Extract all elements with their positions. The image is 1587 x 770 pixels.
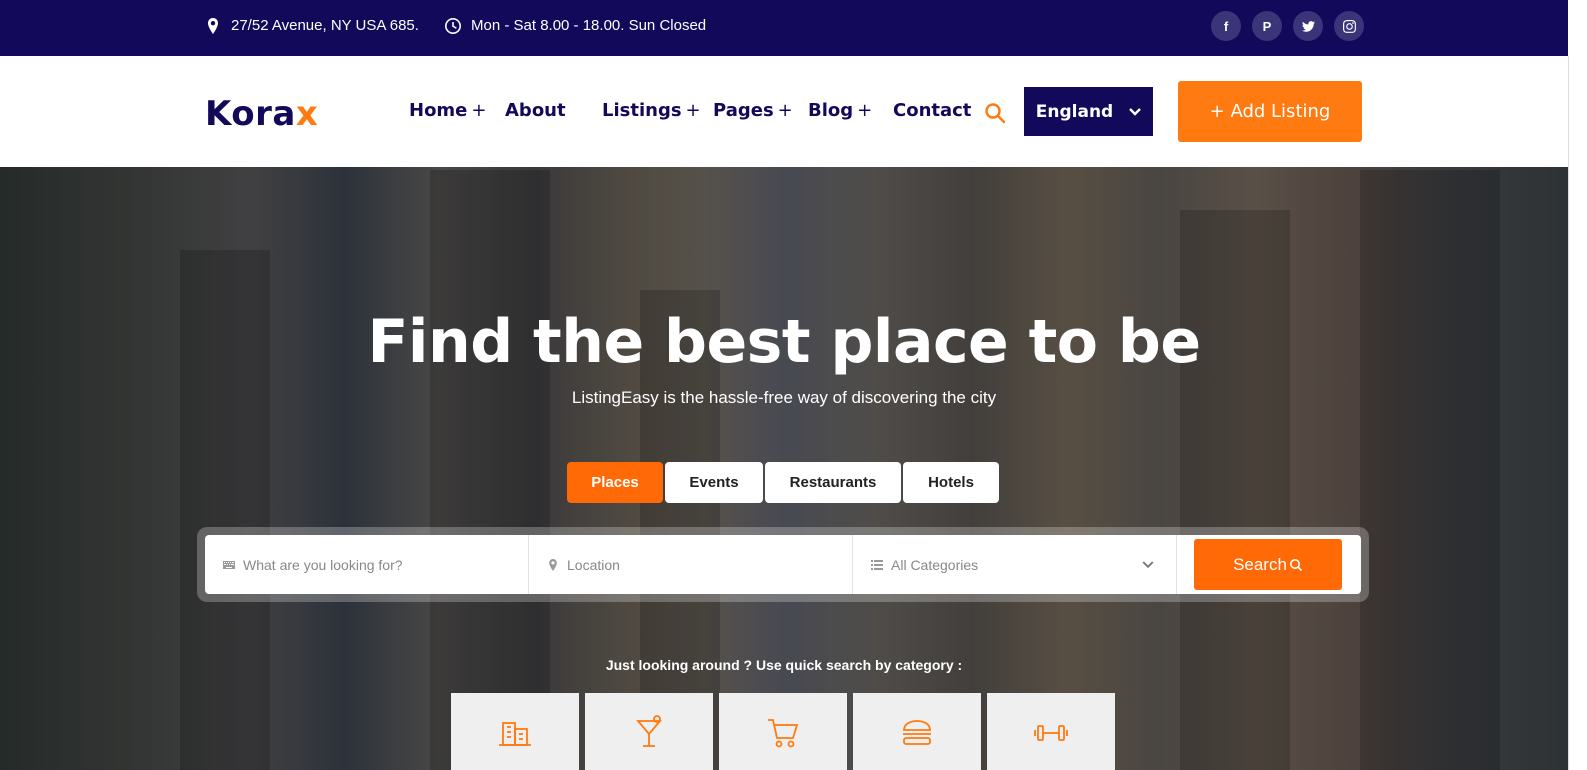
search-button[interactable]: Search — [1194, 539, 1342, 590]
nav-listings[interactable]: Listings + — [602, 100, 701, 121]
tab-places[interactable]: Places — [567, 462, 663, 503]
category-cards — [451, 693, 1115, 770]
nav-blog-label: Blog — [808, 100, 854, 121]
cocktail-icon — [636, 715, 662, 747]
nav-contact-label: Contact — [893, 100, 972, 121]
category-card[interactable] — [585, 693, 713, 770]
background-building — [1180, 210, 1290, 770]
page-scrollbar[interactable] — [1568, 56, 1587, 770]
burger-icon — [903, 720, 931, 745]
category-select[interactable]: All Categories — [853, 535, 1177, 594]
site-logo[interactable]: Korax — [205, 94, 318, 134]
facebook-icon[interactable]: f — [1211, 11, 1241, 41]
chevron-down-icon — [1142, 560, 1154, 568]
logo-text: Kora — [205, 94, 296, 134]
hero-title: Find the best place to be — [367, 307, 1201, 377]
hotel-building-icon — [499, 722, 531, 746]
search-icon — [1289, 558, 1303, 571]
social-links: f P — [1211, 11, 1364, 41]
location-placeholder: Location — [567, 556, 620, 573]
dumbbell-icon — [1034, 725, 1068, 741]
keyword-placeholder: What are you looking for? — [243, 556, 403, 573]
tab-hotels[interactable]: Hotels — [903, 462, 999, 503]
nav-contact[interactable]: Contact — [893, 100, 971, 121]
chevron-down-icon — [1129, 107, 1142, 116]
nav-about[interactable]: About — [505, 100, 566, 121]
plus-icon: + — [777, 100, 793, 121]
quick-search-label: Just looking around ? Use quick search b… — [605, 657, 963, 673]
hours-info: Mon - Sat 8.00 - 18.00. Sun Closed — [445, 17, 706, 34]
map-pin-icon — [549, 558, 557, 571]
nav-blog[interactable]: Blog + — [808, 100, 872, 121]
logo-accent: x — [295, 94, 319, 134]
main-header: Korax Home + About Listings + Pages + Blog +… — [0, 56, 1568, 167]
tab-restaurants[interactable]: Restaurants — [765, 462, 901, 503]
hero-section: Find the best place to be ListingEasy is… — [0, 167, 1568, 770]
category-card[interactable] — [719, 693, 847, 770]
nav-home[interactable]: Home + — [409, 100, 487, 121]
search-type-tabs: Places Events Restaurants Hotels — [567, 462, 999, 503]
shopping-cart-icon — [768, 719, 799, 748]
top-bar: 27/52 Avenue, NY USA 685. Mon - Sat 8.00… — [0, 0, 1568, 56]
search-button-label: Search — [1233, 554, 1287, 574]
plus-icon: + — [857, 100, 873, 121]
address-info: 27/52 Avenue, NY USA 685. — [205, 17, 419, 34]
category-card[interactable] — [451, 693, 579, 770]
nav-home-label: Home — [409, 100, 468, 121]
category-selected: All Categories — [891, 556, 979, 573]
location-field[interactable]: Location — [529, 535, 853, 594]
clock-icon — [445, 17, 461, 34]
pinterest-icon[interactable]: P — [1252, 11, 1282, 41]
language-label: England — [1035, 101, 1114, 122]
instagram-icon[interactable] — [1334, 11, 1364, 41]
search-bar-wrapper: What are you looking for? Location All C… — [197, 527, 1369, 602]
list-icon — [871, 559, 883, 570]
plus-icon: + — [685, 100, 701, 121]
add-listing-label: + Add Listing — [1209, 101, 1331, 122]
keyword-field[interactable]: What are you looking for? — [205, 535, 529, 594]
search-icon[interactable] — [983, 101, 1007, 125]
nav-about-label: About — [505, 100, 566, 121]
add-listing-button[interactable]: + Add Listing — [1178, 81, 1362, 142]
background-building — [430, 170, 550, 770]
hero-subtitle: ListingEasy is the hassle-free way of di… — [571, 388, 997, 407]
nav-pages-label: Pages — [713, 100, 774, 121]
hours-text: Mon - Sat 8.00 - 18.00. Sun Closed — [471, 17, 707, 34]
background-building — [1360, 170, 1500, 770]
search-bar: What are you looking for? Location All C… — [205, 535, 1361, 594]
address-text: 27/52 Avenue, NY USA 685. — [231, 17, 419, 34]
category-card[interactable] — [853, 693, 981, 770]
language-select[interactable]: England — [1024, 87, 1153, 136]
category-card[interactable] — [987, 693, 1115, 770]
tab-events[interactable]: Events — [665, 462, 763, 503]
nav-pages[interactable]: Pages + — [713, 100, 793, 121]
nav-listings-label: Listings — [602, 100, 682, 121]
plus-icon: + — [471, 100, 487, 121]
map-pin-icon — [208, 17, 218, 34]
keyboard-icon — [223, 560, 235, 569]
twitter-icon[interactable] — [1293, 11, 1323, 41]
